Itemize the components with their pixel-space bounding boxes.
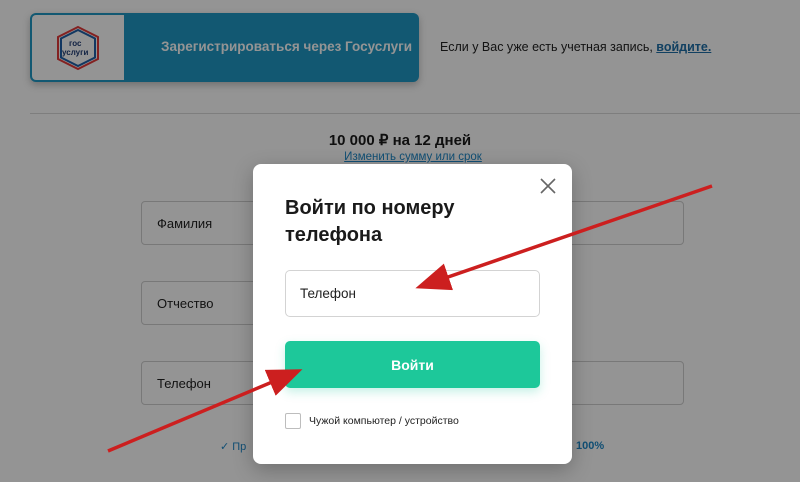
close-icon[interactable] [538,176,558,196]
foreign-device-label: Чужой компьютер / устройство [309,415,459,427]
login-button[interactable]: Войти [285,341,540,388]
foreign-device-checkbox[interactable] [285,413,301,429]
login-modal: Войти по номеру телефона Войти Чужой ком… [253,164,572,464]
phone-input[interactable] [285,270,540,317]
modal-title: Войти по номеру телефона [285,197,455,246]
